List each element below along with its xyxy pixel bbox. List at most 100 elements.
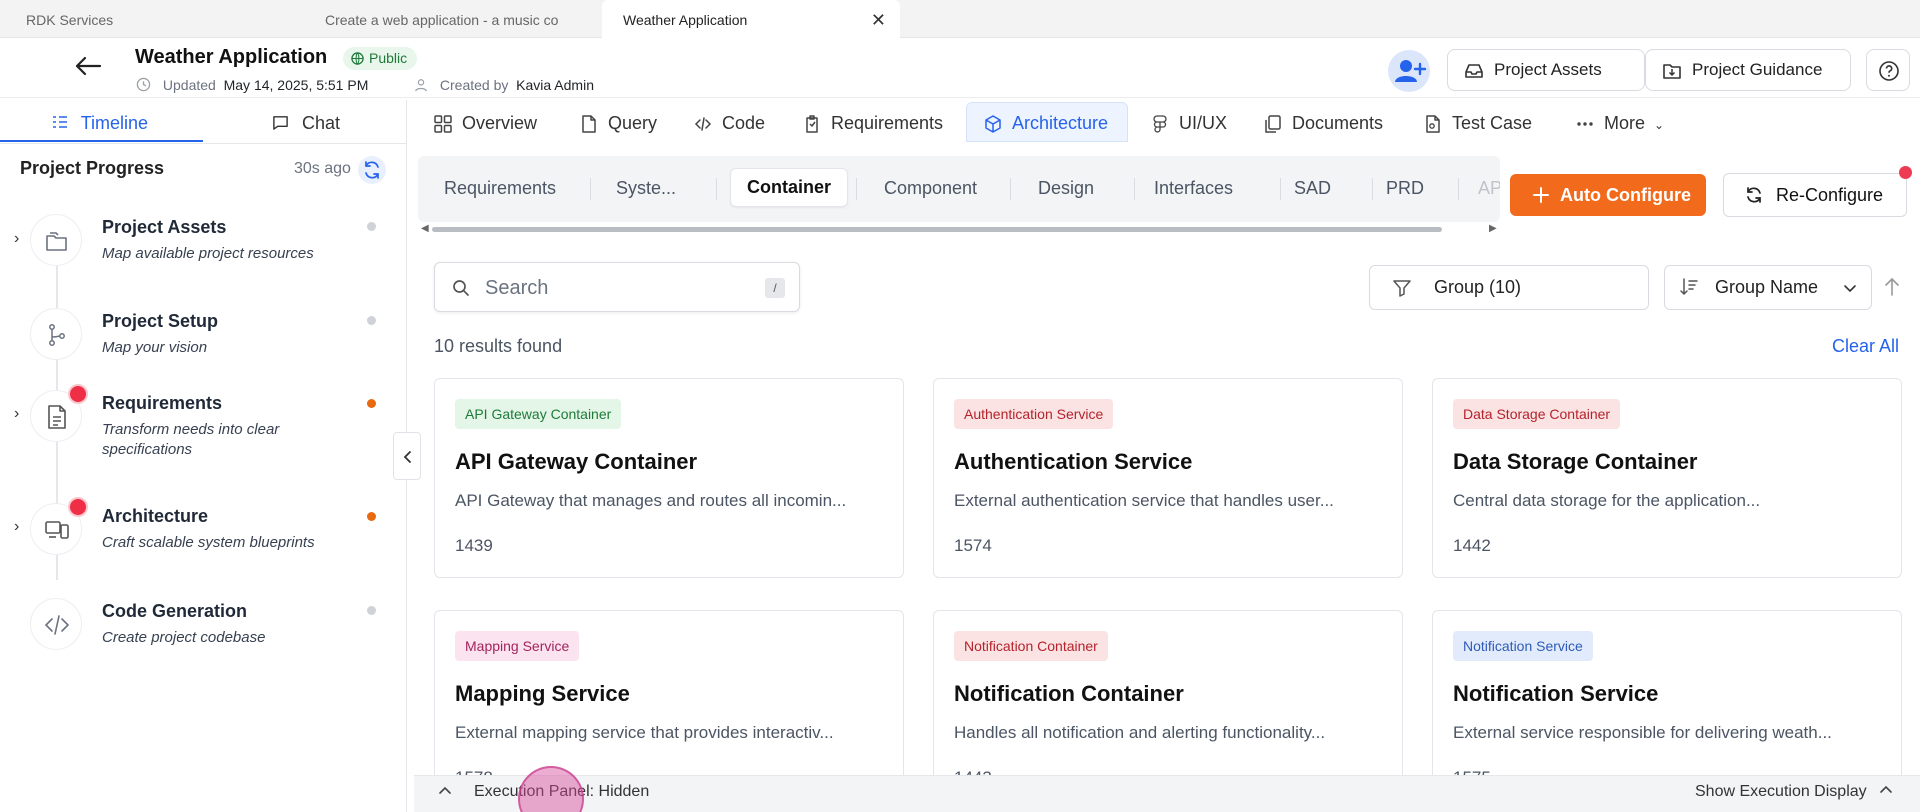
step-subtitle: Transform needs into clear specification… <box>102 421 280 458</box>
subtab-system[interactable]: Syste... <box>616 178 676 199</box>
tab-uiux[interactable]: UI/UX <box>1151 106 1227 142</box>
subtab-divider <box>856 178 857 200</box>
alert-dot <box>68 384 88 404</box>
folder-download-icon <box>1663 64 1681 79</box>
container-card[interactable]: Data Storage Container Data Storage Cont… <box>1432 378 1902 578</box>
subtab-divider <box>716 178 717 200</box>
expand-chevron-icon[interactable]: › <box>14 518 19 536</box>
card-title: Notification Service <box>1453 681 1659 706</box>
subtab-divider <box>1280 178 1281 200</box>
status-dot <box>367 316 376 325</box>
subtab-divider <box>1010 178 1011 200</box>
created-meta: Created by Kavia Admin <box>414 77 594 93</box>
status-dot <box>367 399 376 408</box>
step-icon-project-setup <box>30 308 82 360</box>
copy-icon <box>1265 115 1281 133</box>
add-user-button[interactable] <box>1388 50 1430 92</box>
subtab-prd[interactable]: PRD <box>1386 178 1424 199</box>
figma-icon <box>1153 115 1167 133</box>
close-tab-icon[interactable]: ✕ <box>871 0 886 38</box>
container-card[interactable]: API Gateway Container API Gateway Contai… <box>434 378 904 578</box>
file-icon <box>582 115 596 133</box>
subtab-design[interactable]: Design <box>1038 178 1094 199</box>
card-title: Data Storage Container <box>1453 449 1698 474</box>
tab-overview[interactable]: Overview <box>434 106 537 142</box>
browser-tab-music[interactable]: Create a web application - a music co <box>325 0 567 38</box>
subtab-api[interactable]: API <box>1478 178 1500 199</box>
card-description: Central data storage for the application… <box>1453 491 1761 510</box>
container-card[interactable]: Authentication Service Authentication Se… <box>933 378 1403 578</box>
project-assets-button[interactable]: Project Assets <box>1447 49 1645 91</box>
progress-timestamp: 30s ago <box>294 160 351 177</box>
search-icon <box>453 280 469 296</box>
browser-tab-bar: RDK Services Create a web application - … <box>0 0 1920 38</box>
collapse-panel-button[interactable] <box>393 432 421 480</box>
filter-icon <box>1393 280 1411 297</box>
subtab-requirements[interactable]: Requirements <box>444 178 556 199</box>
tab-timeline[interactable]: Timeline <box>52 106 148 144</box>
sort-direction-button[interactable] <box>1883 275 1901 299</box>
folders-icon <box>46 232 67 251</box>
expand-chevron-icon[interactable]: › <box>14 405 19 423</box>
card-description: External service responsible for deliver… <box>1453 723 1832 742</box>
card-id: 1574 <box>954 536 992 555</box>
active-tab-indicator <box>0 140 203 142</box>
tab-chat[interactable]: Chat <box>272 106 340 144</box>
page-title: Weather Application <box>135 46 328 68</box>
tab-query[interactable]: Query <box>580 106 657 142</box>
step-title[interactable]: Project Assets <box>102 217 226 238</box>
browser-tab-weather[interactable]: Weather Application ✕ <box>602 0 900 38</box>
chevron-down-icon <box>1844 285 1856 293</box>
step-title[interactable]: Code Generation <box>102 601 247 622</box>
clock-icon <box>136 77 151 92</box>
tab-test-case[interactable]: Test Case <box>1424 106 1532 142</box>
grid-icon <box>434 115 452 133</box>
card-title: Notification Container <box>954 681 1184 706</box>
tab-requirements[interactable]: Requirements <box>803 106 943 142</box>
scroll-left-icon[interactable]: ◀ <box>421 223 429 234</box>
step-title[interactable]: Project Setup <box>102 311 218 332</box>
scroll-right-icon[interactable]: ▶ <box>1489 223 1497 234</box>
step-title[interactable]: Requirements <box>102 393 222 414</box>
step-title[interactable]: Architecture <box>102 506 208 527</box>
auto-configure-button[interactable]: Auto Configure <box>1510 174 1706 216</box>
subtab-component[interactable]: Component <box>884 178 977 199</box>
subtab-interfaces[interactable]: Interfaces <box>1154 178 1233 199</box>
tab-architecture[interactable]: Architecture <box>984 106 1108 142</box>
tab-code[interactable]: Code <box>694 106 765 142</box>
chevron-up-icon[interactable] <box>438 784 452 798</box>
subtab-sad[interactable]: SAD <box>1294 178 1331 199</box>
card-title: Authentication Service <box>954 449 1193 474</box>
notification-dot <box>1899 166 1912 179</box>
browser-tab-rdk[interactable]: RDK Services <box>26 0 276 38</box>
tab-documents[interactable]: Documents <box>1264 106 1383 142</box>
card-id: 1439 <box>455 536 493 555</box>
refresh-button[interactable] <box>358 156 386 184</box>
step-subtitle: Map your vision <box>102 339 208 356</box>
test-file-icon <box>1426 115 1440 133</box>
clear-all-link[interactable]: Clear All <box>1832 336 1899 357</box>
cube-icon <box>985 115 1001 133</box>
code-icon <box>694 117 712 131</box>
group-filter[interactable]: Group (10) <box>1369 265 1649 310</box>
add-user-icon <box>1395 60 1427 82</box>
back-arrow-icon[interactable] <box>74 55 102 77</box>
step-icon-project-assets <box>30 214 82 266</box>
chevron-up-icon <box>1880 785 1892 793</box>
search-input[interactable] <box>485 275 745 301</box>
show-execution-display[interactable]: Show Execution Display <box>1695 783 1893 801</box>
project-guidance-button[interactable]: Project Guidance <box>1645 49 1851 91</box>
list-icon <box>53 116 67 128</box>
card-tag: Mapping Service <box>455 631 580 661</box>
card-title: Mapping Service <box>455 681 630 706</box>
expand-chevron-icon[interactable]: › <box>14 230 19 248</box>
chat-icon <box>273 116 288 130</box>
horizontal-scrollbar[interactable] <box>432 227 1442 232</box>
subtab-container[interactable]: Container <box>730 168 849 207</box>
visibility-badge: Public <box>343 47 418 70</box>
refresh-icon <box>365 161 379 179</box>
sort-select[interactable]: Group Name <box>1664 265 1872 310</box>
help-button[interactable] <box>1866 49 1910 91</box>
reconfigure-button[interactable]: Re-Configure <box>1723 173 1907 217</box>
tab-more[interactable]: More ⌄ <box>1576 106 1664 142</box>
